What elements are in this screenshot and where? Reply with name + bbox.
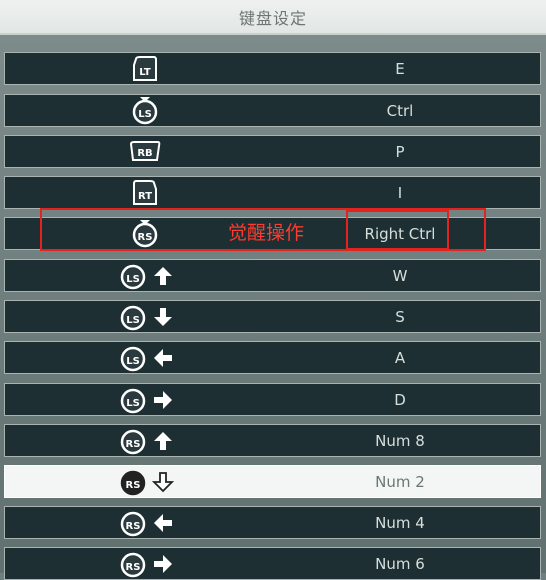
keyboard-key-label: A <box>394 348 406 367</box>
controller-input-cell: RS <box>5 466 285 497</box>
svg-text:RS: RS <box>126 439 141 450</box>
arrow-right-icon <box>152 553 174 575</box>
controller-input-cell: LS <box>5 95 285 126</box>
key-binding-row[interactable]: LT E <box>4 52 541 85</box>
keyboard-key-label: Num 6 <box>375 554 425 573</box>
arrow-left-icon <box>152 512 174 534</box>
lt-trigger-icon: LT <box>128 55 162 83</box>
key-binding-row[interactable]: RB P <box>4 135 541 168</box>
ls-stick-icon: LS <box>116 303 150 331</box>
controller-input-cell: LS <box>5 301 285 332</box>
keyboard-key-label: E <box>395 59 405 78</box>
rb-bumper-icon: RB <box>128 138 162 166</box>
svg-text:LS: LS <box>126 398 140 409</box>
svg-text:LS: LS <box>126 274 140 285</box>
svg-text:RT: RT <box>138 191 152 202</box>
controller-input-cell: RS <box>5 507 285 538</box>
controller-input-cell: RS <box>5 425 285 456</box>
key-binding-row[interactable]: RS Num 4 <box>4 506 541 539</box>
svg-text:LT: LT <box>139 67 151 78</box>
annotation-key-highlight <box>346 210 449 250</box>
keyboard-key-label: Num 4 <box>375 513 425 532</box>
key-binding-row[interactable]: RS Num 8 <box>4 424 541 457</box>
ls-stick-icon: LS <box>116 262 150 290</box>
controller-input-cell: RS <box>5 548 285 579</box>
controller-input-cell: LT <box>5 53 285 84</box>
arrow-right-icon <box>152 389 174 411</box>
key-binding-row[interactable]: LS S <box>4 300 541 333</box>
svg-text:LS: LS <box>126 315 140 326</box>
controller-input-cell: RB <box>5 136 285 167</box>
ls-stick-icon: LS <box>116 344 150 372</box>
svg-text:RS: RS <box>126 562 141 573</box>
keyboard-key-label: Num 8 <box>375 431 425 450</box>
rt-trigger-icon: RT <box>128 179 162 207</box>
key-binding-row[interactable]: RS Num 6 <box>4 547 541 580</box>
keyboard-key-label: Ctrl <box>386 101 414 120</box>
controller-input-cell: LS <box>5 342 285 373</box>
key-binding-row[interactable]: RT I <box>4 176 541 209</box>
window-title: 键盘设定 <box>0 0 546 35</box>
key-binding-row[interactable]: LS W <box>4 259 541 292</box>
controller-input-cell: LS <box>5 260 285 291</box>
svg-text:RB: RB <box>137 148 152 159</box>
key-binding-row[interactable]: RS Num 2 <box>4 465 541 498</box>
svg-text:RS: RS <box>126 480 141 491</box>
svg-text:LS: LS <box>138 109 152 120</box>
arrow-left-icon <box>152 347 174 369</box>
rs-stick-icon: RS <box>116 427 150 455</box>
arrow-up-icon <box>152 430 174 452</box>
ls-press-icon: LS <box>128 96 162 125</box>
rs-stick-icon: RS <box>116 468 150 496</box>
arrow-down-icon <box>152 306 174 328</box>
keyboard-key-label: S <box>395 307 405 326</box>
key-binding-row[interactable]: LS D <box>4 383 541 416</box>
keyboard-key-label: I <box>397 183 403 202</box>
svg-text:RS: RS <box>126 521 141 532</box>
key-binding-row[interactable]: LS A <box>4 341 541 374</box>
rs-stick-icon: RS <box>116 509 150 537</box>
annotation-label: 觉醒操作 <box>228 222 305 244</box>
arrow-down-icon <box>152 471 174 493</box>
keyboard-key-label: W <box>392 266 408 285</box>
keyboard-key-label: D <box>394 390 406 409</box>
rs-stick-icon: RS <box>116 550 150 578</box>
ls-stick-icon: LS <box>116 386 150 414</box>
controller-input-cell: RT <box>5 177 285 208</box>
keyboard-key-label: Num 2 <box>375 472 425 491</box>
keyboard-key-label: P <box>395 142 405 161</box>
arrow-up-icon <box>152 265 174 287</box>
key-binding-row[interactable]: LS Ctrl <box>4 94 541 127</box>
svg-text:LS: LS <box>126 356 140 367</box>
controller-input-cell: LS <box>5 384 285 415</box>
